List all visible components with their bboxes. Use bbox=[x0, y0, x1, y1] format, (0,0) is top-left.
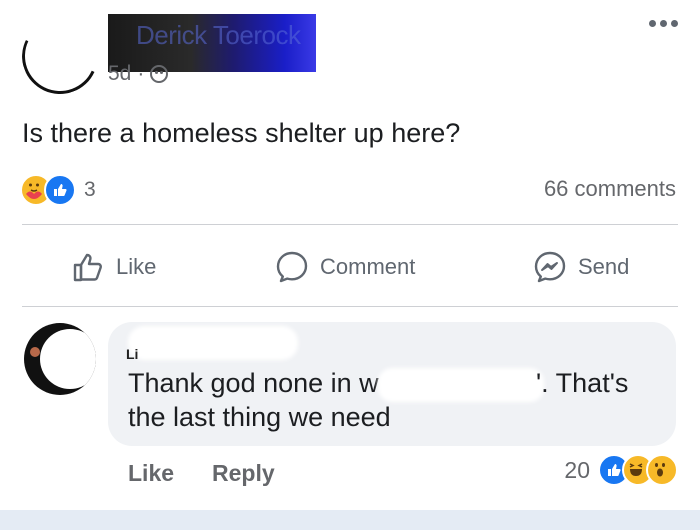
post-time[interactable]: 5d bbox=[108, 62, 131, 86]
reaction-count: 3 bbox=[84, 178, 96, 201]
post-text: Is there a homeless shelter up here? bbox=[22, 118, 461, 148]
comment-reaction-count: 20 bbox=[564, 456, 590, 483]
comment-text-line1-end: '. That's bbox=[536, 368, 629, 398]
author-name[interactable]: Derick Toerock bbox=[136, 20, 301, 51]
divider-top bbox=[22, 224, 678, 225]
comment-text-line1: Thank god none in w bbox=[128, 368, 379, 398]
commenter-avatar[interactable] bbox=[24, 323, 96, 395]
like-reaction-icon bbox=[44, 174, 76, 206]
like-label: Like bbox=[116, 254, 157, 279]
comment-label: Comment bbox=[320, 254, 416, 279]
commenter-name[interactable]: Li bbox=[126, 346, 138, 362]
author-avatar[interactable] bbox=[22, 18, 100, 96]
comment-text-line2: the last thing we need bbox=[128, 402, 391, 432]
friends-audience-icon bbox=[150, 65, 169, 83]
messenger-icon bbox=[534, 251, 566, 283]
comment-button[interactable]: Comment bbox=[274, 238, 415, 296]
comment-bubble-icon bbox=[276, 251, 308, 283]
comment-reply-button[interactable]: Reply bbox=[212, 460, 275, 487]
reaction-summary[interactable]: 3 bbox=[20, 174, 96, 206]
wow-emoji-icon bbox=[646, 454, 678, 486]
send-button[interactable]: Send bbox=[532, 238, 629, 296]
thumbs-up-icon bbox=[73, 253, 102, 282]
meta-separator: · bbox=[137, 62, 145, 85]
comments-count-link[interactable]: 66 comments bbox=[544, 176, 676, 202]
comment-like-button[interactable]: Like bbox=[128, 460, 174, 487]
more-options-icon[interactable] bbox=[649, 20, 678, 27]
send-label: Send bbox=[578, 254, 630, 279]
comment-text-redaction bbox=[378, 368, 544, 402]
next-section-edge bbox=[0, 510, 700, 530]
commenter-name-redaction bbox=[128, 326, 298, 360]
like-button[interactable]: Like bbox=[72, 238, 156, 296]
divider-bottom bbox=[22, 306, 678, 307]
post-action-bar: Like Comment Send bbox=[0, 238, 700, 296]
comment-reaction-summary[interactable]: 20 bbox=[564, 454, 678, 486]
post-meta: 5d · bbox=[108, 62, 169, 86]
